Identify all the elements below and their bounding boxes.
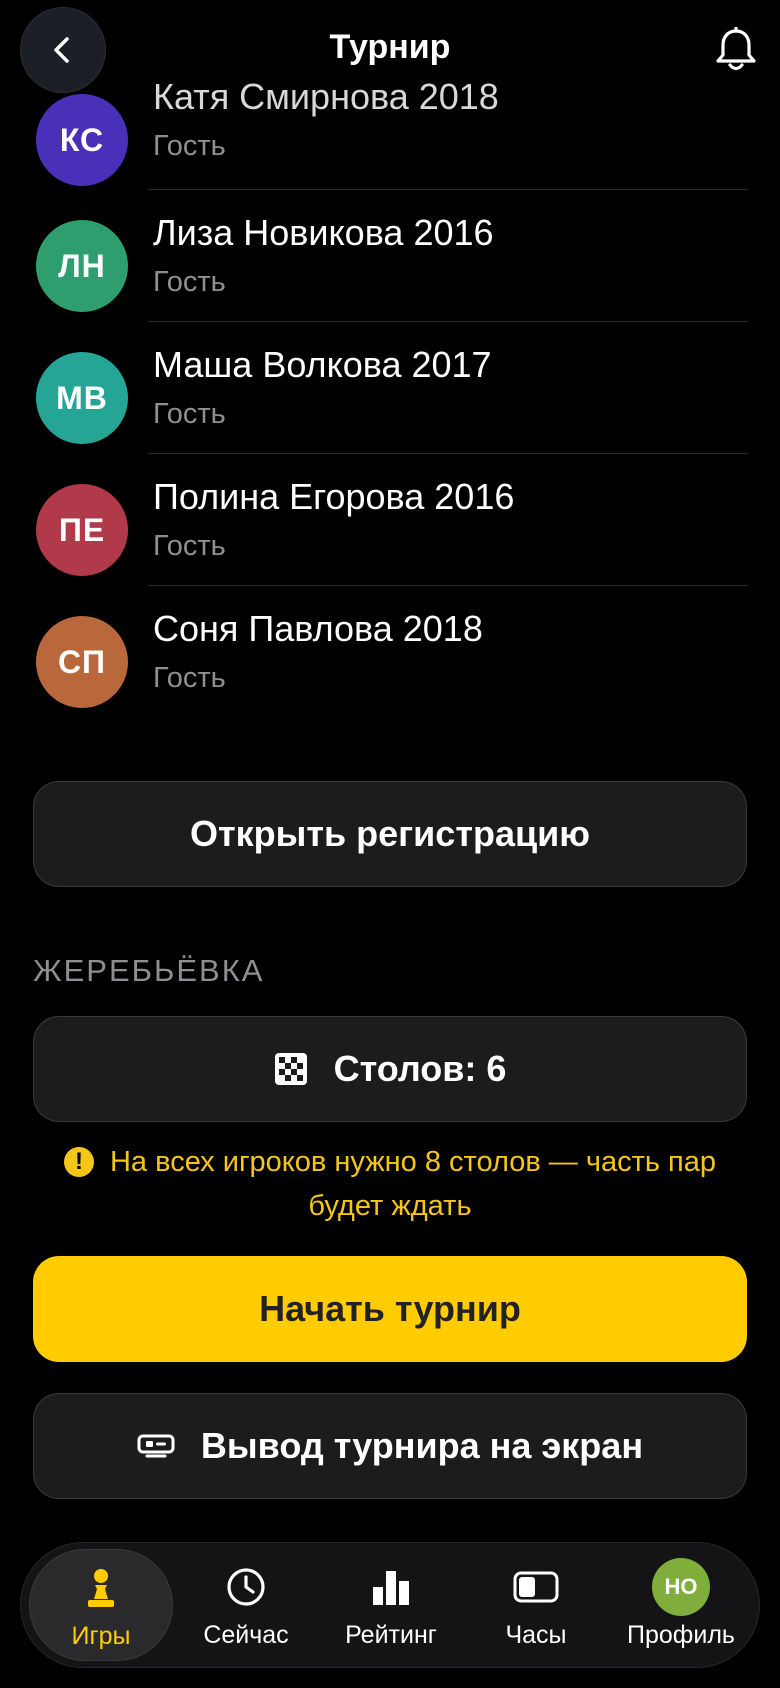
player-row[interactable]: ЛН Лиза Новикова 2016 Гость bbox=[0, 190, 780, 322]
tab-clock[interactable]: Часы bbox=[464, 1549, 608, 1661]
player-name: Полина Егорова 2016 bbox=[153, 476, 515, 517]
tables-warning: ! На всех игроков нужно 8 столов — часть … bbox=[40, 1140, 740, 1228]
player-role: Гость bbox=[153, 530, 226, 562]
player-role: Гость bbox=[153, 662, 226, 694]
tab-bar: Игры Сейчас Рейтинг Часы НО Профиль bbox=[20, 1542, 760, 1668]
profile-avatar-wrap: НО bbox=[652, 1558, 710, 1616]
player-row[interactable]: ПЕ Полина Егорова 2016 Гость bbox=[0, 454, 780, 586]
start-tournament-label: Начать турнир bbox=[259, 1288, 521, 1329]
tab-label: Часы bbox=[505, 1621, 567, 1649]
player-avatar: ЛН bbox=[36, 220, 128, 312]
tab-rating[interactable]: Рейтинг bbox=[319, 1549, 463, 1661]
screen-output-button[interactable]: Вывод турнира на экран bbox=[33, 1393, 747, 1499]
player-avatar: СП bbox=[36, 616, 128, 708]
player-name: Соня Павлова 2018 bbox=[153, 608, 483, 649]
chessboard-icon bbox=[274, 1052, 308, 1086]
player-row[interactable]: МВ Маша Волкова 2017 Гость bbox=[0, 322, 780, 454]
screen-output-label: Вывод турнира на экран bbox=[200, 1425, 644, 1466]
chess-clock-icon bbox=[513, 1559, 559, 1615]
tab-profile[interactable]: НО Профиль bbox=[609, 1549, 753, 1661]
player-name: Лиза Новикова 2016 bbox=[153, 212, 494, 253]
tab-now[interactable]: Сейчас bbox=[174, 1549, 318, 1661]
tables-count-label: Столов: 6 bbox=[333, 1048, 507, 1089]
player-role: Гость bbox=[153, 266, 226, 298]
player-row[interactable]: СП Соня Павлова 2018 Гость bbox=[0, 586, 780, 718]
clock-icon bbox=[226, 1559, 266, 1615]
tab-label: Игры bbox=[71, 1622, 131, 1650]
draw-section-label: ЖЕРЕБЬЁВКА bbox=[33, 953, 265, 988]
tab-label: Рейтинг bbox=[345, 1621, 437, 1649]
player-role: Гость bbox=[153, 398, 226, 430]
open-registration-button[interactable]: Открыть регистрацию bbox=[33, 781, 747, 887]
tables-count-button[interactable]: Столов: 6 bbox=[33, 1016, 747, 1122]
tab-label: Профиль bbox=[627, 1621, 735, 1649]
page-title: Турнир bbox=[329, 28, 451, 66]
profile-avatar: НО bbox=[652, 1558, 710, 1616]
warning-text: На всех игроков нужно 8 столов — часть п… bbox=[109, 1146, 716, 1222]
notifications-button[interactable] bbox=[714, 26, 758, 73]
player-name: Маша Волкова 2017 bbox=[153, 344, 492, 385]
bar-chart-icon bbox=[371, 1559, 411, 1615]
tab-label: Сейчас bbox=[203, 1621, 289, 1649]
bell-icon bbox=[716, 26, 756, 71]
start-tournament-button[interactable]: Начать турнир bbox=[33, 1256, 747, 1362]
pawn-icon bbox=[84, 1560, 118, 1616]
player-avatar: МВ bbox=[36, 352, 128, 444]
header: Турнир bbox=[0, 0, 780, 110]
warning-icon: ! bbox=[63, 1147, 94, 1177]
open-registration-label: Открыть регистрацию bbox=[190, 813, 590, 854]
tab-games[interactable]: Игры bbox=[29, 1549, 173, 1661]
player-role: Гость bbox=[153, 130, 226, 162]
screen-cast-icon bbox=[137, 1433, 175, 1459]
player-avatar: ПЕ bbox=[36, 484, 128, 576]
player-list: КС Катя Смирнова 2018 Гость ЛН Лиза Нови… bbox=[0, 58, 780, 718]
